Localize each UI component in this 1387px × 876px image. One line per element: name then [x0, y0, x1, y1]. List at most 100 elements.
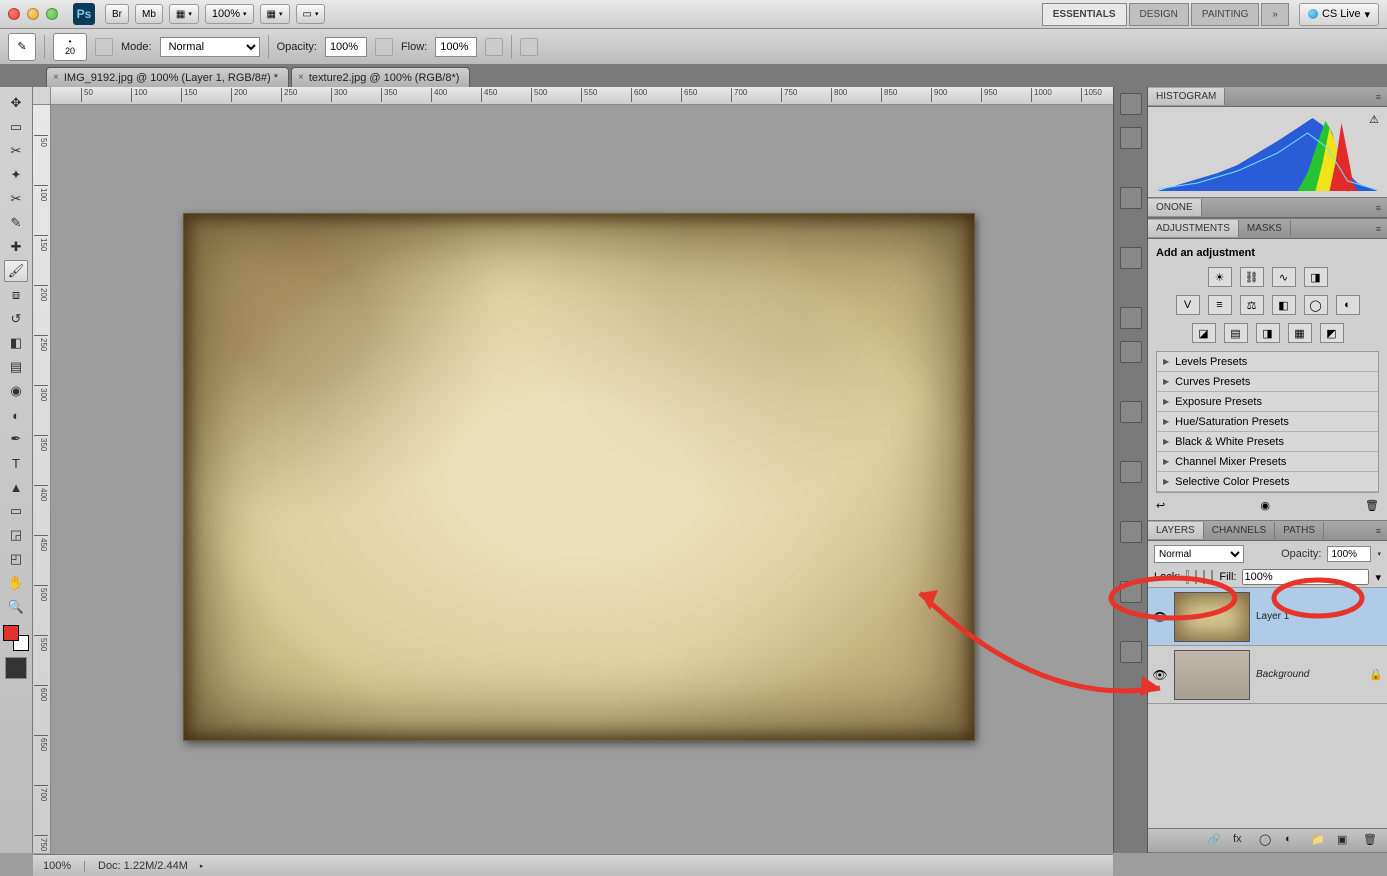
vibrance-icon[interactable]: V	[1176, 295, 1200, 315]
minibridge-button[interactable]: Mb	[135, 4, 163, 24]
settings-panel-icon[interactable]	[1120, 641, 1142, 663]
workspace-painting[interactable]: PAINTING	[1191, 3, 1259, 26]
close-window-icon[interactable]	[8, 8, 20, 20]
path-selection-tool[interactable]: ▲	[4, 476, 28, 498]
navigator-panel-icon[interactable]	[1120, 401, 1142, 423]
selective-color-icon[interactable]: ◩	[1320, 323, 1344, 343]
posterize-icon[interactable]: ▤	[1224, 323, 1248, 343]
layer-row-1[interactable]: 👁 Background 🔒	[1148, 646, 1387, 704]
status-zoom[interactable]: 100%	[43, 860, 71, 872]
flow-input[interactable]	[435, 37, 477, 57]
bridge-button[interactable]: Br	[105, 4, 129, 24]
history-brush-tool[interactable]: ↺	[4, 308, 28, 330]
panel-menu-icon[interactable]: ≡	[1370, 203, 1387, 213]
panel-icon[interactable]	[1120, 307, 1142, 329]
adjustment-layer-icon[interactable]: ◐	[1285, 833, 1301, 849]
hue-sat-icon[interactable]: ≡	[1208, 295, 1232, 315]
clone-stamp-tool[interactable]: ⧈	[4, 284, 28, 306]
gradient-map-icon[interactable]: ▦	[1288, 323, 1312, 343]
panel-menu-icon[interactable]: ≡	[1370, 224, 1387, 234]
histogram-tab[interactable]: HISTOGRAM	[1148, 88, 1225, 105]
threshold-icon[interactable]: ◨	[1256, 323, 1280, 343]
swatches-panel-icon[interactable]	[1120, 461, 1142, 483]
layers-tab[interactable]: LAYERS	[1148, 522, 1204, 539]
3d-camera-tool[interactable]: ◰	[4, 548, 28, 570]
lasso-tool[interactable]: ✂	[4, 140, 28, 162]
brush-panel-icon[interactable]	[95, 38, 113, 56]
gradient-tool[interactable]: ▤	[4, 356, 28, 378]
masks-tab[interactable]: MASKS	[1239, 220, 1291, 237]
preset-item[interactable]: ▶Levels Presets	[1157, 352, 1378, 372]
healing-brush-tool[interactable]: ✚	[4, 236, 28, 258]
cs-live-button[interactable]: CS Live▾	[1299, 3, 1379, 26]
screen-mode-button[interactable]: ▭▾	[296, 4, 326, 24]
panel-menu-icon[interactable]: ≡	[1370, 92, 1387, 102]
panel-icon[interactable]	[1120, 341, 1142, 363]
lock-transparent-icon[interactable]	[1186, 570, 1188, 584]
close-tab-icon[interactable]: ×	[298, 72, 304, 83]
magic-wand-tool[interactable]: ✦	[4, 164, 28, 186]
minibridge-panel-icon[interactable]	[1120, 93, 1142, 115]
blur-tool[interactable]: ◉	[4, 380, 28, 402]
crop-tool[interactable]: ✂	[4, 188, 28, 210]
fill-input[interactable]	[1242, 569, 1369, 585]
invert-icon[interactable]: ◪	[1192, 323, 1216, 343]
pen-tool[interactable]: ✒	[4, 428, 28, 450]
curves-icon[interactable]: ∿	[1272, 267, 1296, 287]
panel-menu-icon[interactable]: ≡	[1370, 526, 1387, 536]
color-swatches[interactable]	[3, 625, 29, 651]
minimize-window-icon[interactable]	[27, 8, 39, 20]
layer-opacity-input[interactable]	[1327, 546, 1371, 562]
levels-icon[interactable]: ⛓	[1240, 267, 1264, 287]
mask-icon[interactable]: ◯	[1259, 833, 1275, 849]
adj-clip-icon[interactable]: ◉	[1260, 499, 1270, 512]
layer-thumbnail[interactable]	[1174, 592, 1250, 642]
zoom-window-icon[interactable]	[46, 8, 58, 20]
link-layers-icon[interactable]: 🔗	[1207, 833, 1223, 849]
photo-filter-icon[interactable]: ◯	[1304, 295, 1328, 315]
arrange-docs-button[interactable]: ▦▾	[260, 4, 290, 24]
marquee-tool[interactable]: ▭	[4, 116, 28, 138]
3d-tool[interactable]: ◲	[4, 524, 28, 546]
fx-icon[interactable]: fx	[1233, 833, 1249, 849]
exposure-icon[interactable]: ◨	[1304, 267, 1328, 287]
ruler-horizontal[interactable]: 5010015020025030035040045050055060065070…	[51, 87, 1113, 105]
view-extras-button[interactable]: ▦▾	[169, 4, 199, 24]
status-menu-icon[interactable]: ▸	[200, 862, 204, 870]
layer-name[interactable]: Background	[1256, 669, 1309, 680]
brightness-icon[interactable]: ☀	[1208, 267, 1232, 287]
brush-tool[interactable]: 🖌	[4, 260, 28, 282]
preset-item[interactable]: ▶Selective Color Presets	[1157, 472, 1378, 492]
character-panel-icon[interactable]	[1120, 521, 1142, 543]
dodge-tool[interactable]: ◐	[4, 404, 28, 426]
channels-tab[interactable]: CHANNELS	[1204, 522, 1275, 539]
layer-name[interactable]: Layer 1	[1256, 611, 1289, 622]
preset-item[interactable]: ▶Hue/Saturation Presets	[1157, 412, 1378, 432]
tool-preset-icon[interactable]: ✎	[8, 33, 36, 61]
adj-back-icon[interactable]: ↩	[1156, 499, 1165, 512]
workspace-essentials[interactable]: ESSENTIALS	[1042, 3, 1127, 26]
zoom-level-button[interactable]: 100%▾	[205, 4, 254, 24]
actions-panel-icon[interactable]	[1120, 581, 1142, 603]
ruler-origin[interactable]	[33, 87, 51, 105]
brush-preset-icon[interactable]: •20	[53, 33, 87, 61]
group-icon[interactable]: 📁	[1311, 833, 1327, 849]
panel-icon[interactable]	[1120, 127, 1142, 149]
zoom-tool[interactable]: 🔍	[4, 596, 28, 618]
adjustments-tab[interactable]: ADJUSTMENTS	[1148, 220, 1239, 237]
eyedropper-tool[interactable]: ✎	[4, 212, 28, 234]
trash-icon[interactable]: 🗑	[1363, 833, 1379, 849]
texture-canvas[interactable]	[183, 213, 975, 741]
bw-icon[interactable]: ◧	[1272, 295, 1296, 315]
trash-icon[interactable]: 🗑	[1365, 499, 1379, 512]
paragraph-panel-icon[interactable]	[1120, 247, 1142, 269]
hand-tool[interactable]: ✋	[4, 572, 28, 594]
airbrush-icon[interactable]	[485, 38, 503, 56]
workspace-more-icon[interactable]: »	[1261, 3, 1289, 26]
lock-all-icon[interactable]	[1211, 570, 1213, 584]
visibility-icon[interactable]: 👁	[1152, 609, 1168, 625]
tablet-pressure-icon[interactable]	[520, 38, 538, 56]
preset-item[interactable]: ▶Exposure Presets	[1157, 392, 1378, 412]
layer-blend-select[interactable]: Normal	[1154, 545, 1244, 563]
color-balance-icon[interactable]: ⚖	[1240, 295, 1264, 315]
